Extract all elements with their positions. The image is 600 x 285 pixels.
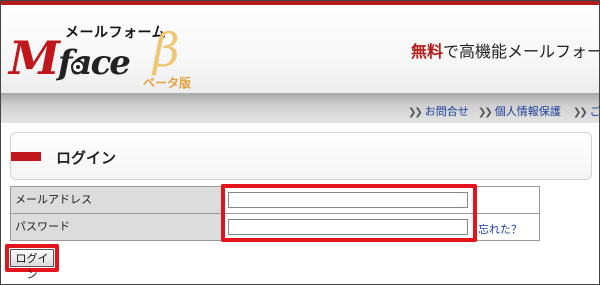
login-button[interactable]: ログイン	[10, 249, 54, 281]
logo-beta-label: ベータ版	[143, 76, 192, 90]
password-label: パスワード	[11, 214, 223, 240]
logo-wordmark: Mface	[9, 35, 131, 86]
double-chevron-icon: ❯❯	[478, 107, 493, 118]
site-header: メールフォーム β Mface ベータ版 無料で高機能メールフォー	[1, 1, 599, 93]
header-tagline: 無料で高機能メールフォー	[411, 38, 599, 62]
highlight-box-inputs	[221, 184, 477, 242]
header-top-strip	[1, 1, 599, 5]
logo-wordmark-cap: M	[9, 31, 60, 85]
email-label: メールアドレス	[11, 187, 223, 213]
nav-privacy-label: 個人情報保護	[494, 105, 561, 118]
login-panel-title: ログイン	[56, 149, 117, 167]
logo-wordmark-rest: face	[57, 43, 131, 83]
top-nav: ❯❯ お問合せ ❯❯ 個人情報保護 ❯❯ ご	[1, 102, 599, 122]
panel-red-marker	[11, 152, 41, 161]
page-frame: メールフォーム β Mface ベータ版 無料で高機能メールフォー ❯❯ お問合せ…	[0, 0, 600, 285]
double-chevron-icon: ❯❯	[408, 107, 423, 118]
double-chevron-icon: ❯❯	[573, 107, 588, 118]
nav-third-label: ご	[589, 105, 600, 118]
nav-contact-label: お問合せ	[424, 105, 469, 118]
forgot-password-link[interactable]: 忘れた？	[478, 221, 522, 237]
nav-contact-link[interactable]: ❯❯ お問合せ	[408, 103, 469, 119]
tagline-rest: で高機能メールフォー	[443, 42, 599, 61]
site-logo[interactable]: メールフォーム β Mface ベータ版	[5, 9, 205, 93]
logo-beta-glyph: β	[153, 23, 180, 77]
logo-eye-icon	[71, 60, 85, 74]
login-panel-header: ログイン	[10, 132, 592, 180]
tagline-highlight: 無料	[411, 42, 444, 61]
nav-third-link[interactable]: ❯❯ ご	[573, 103, 600, 119]
nav-privacy-link[interactable]: ❯❯ 個人情報保護	[478, 103, 561, 119]
